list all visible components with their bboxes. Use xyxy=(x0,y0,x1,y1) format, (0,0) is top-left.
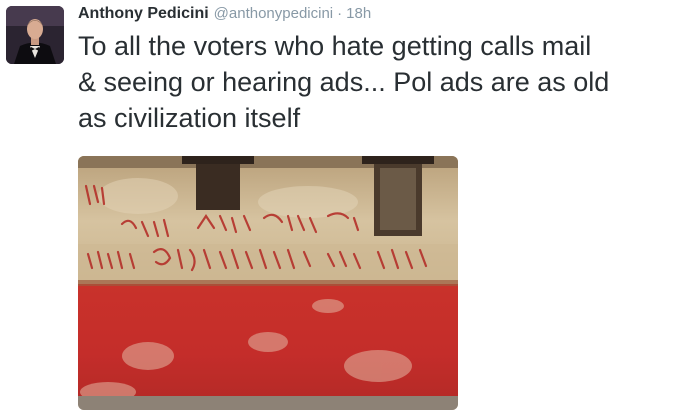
tweet-photo[interactable] xyxy=(78,156,458,410)
tweet-text: To all the voters who hate getting calls… xyxy=(78,31,610,133)
avatar-photo xyxy=(6,6,64,64)
author-name[interactable]: Anthony Pedicini xyxy=(78,2,209,26)
tweet-timestamp[interactable]: 18h xyxy=(346,2,371,26)
tweet-header: Anthony Pedicini @anthonypedicini · 18h xyxy=(78,2,371,26)
separator-dot: · xyxy=(337,5,343,22)
author-avatar[interactable] xyxy=(6,6,64,64)
pompeii-wall-image xyxy=(78,156,458,410)
author-handle[interactable]: @anthonypedicini xyxy=(214,2,333,26)
tweet-card: Anthony Pedicini @anthonypedicini · 18h … xyxy=(0,0,700,416)
